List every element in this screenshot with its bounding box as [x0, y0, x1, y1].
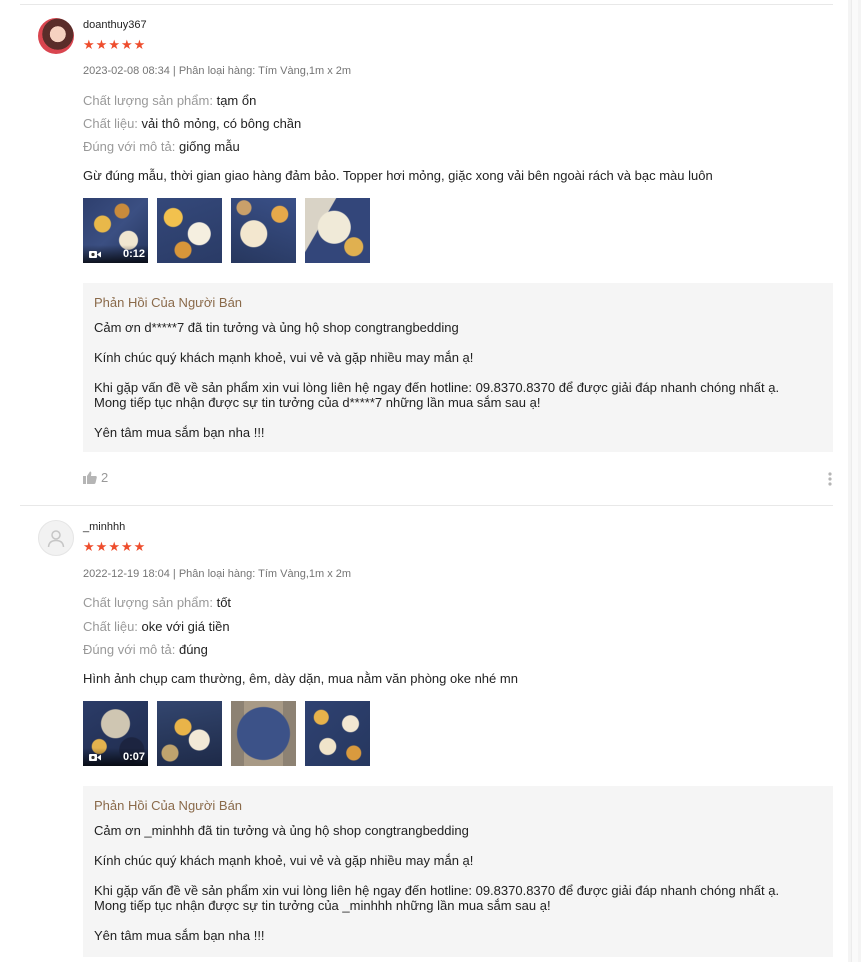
- star-icon: ★: [83, 37, 95, 52]
- seller-reply-line: Mong tiếp tục nhận được sự tin tưởng của…: [94, 395, 541, 410]
- attr-value: đúng: [178, 642, 208, 657]
- review-username[interactable]: doanthuy367: [83, 19, 147, 31]
- star-icon: ★: [83, 539, 95, 554]
- scrollbar-thumb[interactable]: [851, 0, 858, 962]
- seller-reply-line: Cảm ơn _minhhh đã tin tưởng và ủng hộ sh…: [94, 823, 469, 838]
- seller-reply-line: Kính chúc quý khách mạnh khoẻ, vui vẻ và…: [94, 350, 474, 365]
- rating-stars: ★ ★ ★ ★ ★: [83, 540, 145, 553]
- star-icon: ★: [120, 37, 133, 52]
- attr-quality: Chất lượng sản phẩm: tốt: [83, 595, 231, 610]
- star-icon: ★: [108, 539, 120, 554]
- attr-label: Chất lượng sản phẩm:: [83, 595, 213, 610]
- attr-material: Chất liệu: vải thô mỏng, có bông chần: [83, 116, 301, 131]
- star-icon: ★: [108, 37, 120, 52]
- review-image-thumbnail[interactable]: [305, 198, 370, 263]
- review-video-thumbnail[interactable]: 0:07: [83, 701, 148, 766]
- like-button[interactable]: 2: [83, 470, 108, 485]
- seller-reply-line: Khi gặp vấn đề về sản phẩm xin vui lòng …: [94, 380, 780, 395]
- user-avatar[interactable]: [38, 520, 74, 556]
- review-image-thumbnail[interactable]: [231, 701, 296, 766]
- attr-quality: Chất lượng sản phẩm: tạm ổn: [83, 93, 256, 108]
- seller-reply-title: Phản Hồi Của Người Bán: [94, 295, 243, 310]
- star-icon: ★: [95, 539, 108, 554]
- more-vertical-icon[interactable]: [828, 472, 832, 486]
- review-image-thumbnail[interactable]: [157, 198, 222, 263]
- review-item: _minhhh ★ ★ ★ ★ ★ 2022-12-19 18:04 | Phâ…: [0, 505, 848, 962]
- attr-value: oke với giá tiền: [141, 619, 230, 634]
- review-username[interactable]: _minhhh: [83, 521, 125, 533]
- user-avatar[interactable]: [38, 18, 74, 54]
- video-duration: 0:07: [122, 751, 145, 763]
- attr-label: Chất liệu:: [83, 116, 138, 131]
- review-image-thumbnail[interactable]: [157, 701, 222, 766]
- rating-stars: ★ ★ ★ ★ ★: [83, 38, 145, 51]
- seller-reply-line: Yên tâm mua sắm bạn nha !!!: [94, 928, 265, 943]
- video-camera-icon: [89, 250, 101, 258]
- attr-value: tốt: [216, 595, 232, 610]
- attr-value: tạm ổn: [216, 93, 257, 108]
- star-icon: ★: [133, 37, 146, 52]
- star-icon: ★: [133, 539, 146, 554]
- seller-reply: Phản Hồi Của Người Bán Cảm ơn d*****7 đã…: [83, 283, 833, 452]
- attr-label: Đúng với mô tả:: [83, 139, 176, 154]
- video-overlay: 0:12: [83, 245, 148, 263]
- video-duration: 0:12: [122, 248, 145, 260]
- attr-label: Chất liệu:: [83, 619, 138, 634]
- seller-reply-title: Phản Hồi Của Người Bán: [94, 798, 243, 813]
- star-icon: ★: [95, 37, 108, 52]
- review-comment: Gừ đúng mẫu, thời gian giao hàng đảm bảo…: [83, 168, 713, 183]
- attr-label: Đúng với mô tả:: [83, 642, 176, 657]
- attr-label: Chất lượng sản phẩm:: [83, 93, 213, 108]
- attr-value: giống mẫu: [178, 139, 240, 154]
- review-image-thumbnail[interactable]: [231, 198, 296, 263]
- attr-match: Đúng với mô tả: giống mẫu: [83, 139, 240, 154]
- review-image-thumbnail[interactable]: [305, 701, 370, 766]
- seller-reply-line: Kính chúc quý khách mạnh khoẻ, vui vẻ và…: [94, 853, 474, 868]
- seller-reply: Phản Hồi Của Người Bán Cảm ơn _minhhh đã…: [83, 786, 833, 957]
- seller-reply-line: Khi gặp vấn đề về sản phẩm xin vui lòng …: [94, 883, 780, 898]
- review-item: doanthuy367 ★ ★ ★ ★ ★ 2023-02-08 08:34 |…: [0, 0, 848, 505]
- attr-match: Đúng với mô tả: đúng: [83, 642, 208, 657]
- default-user-icon: [47, 530, 65, 548]
- review-meta: 2022-12-19 18:04 | Phân loại hàng: Tím V…: [83, 568, 352, 580]
- video-camera-icon: [89, 753, 101, 761]
- attr-value: vải thô mỏng, có bông chần: [141, 116, 302, 131]
- seller-reply-line: Yên tâm mua sắm bạn nha !!!: [94, 425, 265, 440]
- review-comment: Hình ảnh chụp cam thường, êm, dày dặn, m…: [83, 671, 518, 686]
- attr-material: Chất liệu: oke với giá tiền: [83, 619, 230, 634]
- like-count: 2: [101, 470, 109, 485]
- seller-reply-line: Cảm ơn d*****7 đã tin tưởng và ủng hộ sh…: [94, 320, 459, 335]
- review-meta: 2023-02-08 08:34 | Phân loại hàng: Tím V…: [83, 65, 352, 77]
- video-overlay: 0:07: [83, 748, 148, 766]
- review-media: 0:07: [83, 701, 370, 766]
- seller-reply-line: Mong tiếp tục nhận được sự tin tưởng của…: [94, 898, 551, 913]
- review-media: 0:12: [83, 198, 370, 263]
- thumbs-up-icon: [83, 471, 97, 484]
- star-icon: ★: [120, 539, 133, 554]
- review-video-thumbnail[interactable]: 0:12: [83, 198, 148, 263]
